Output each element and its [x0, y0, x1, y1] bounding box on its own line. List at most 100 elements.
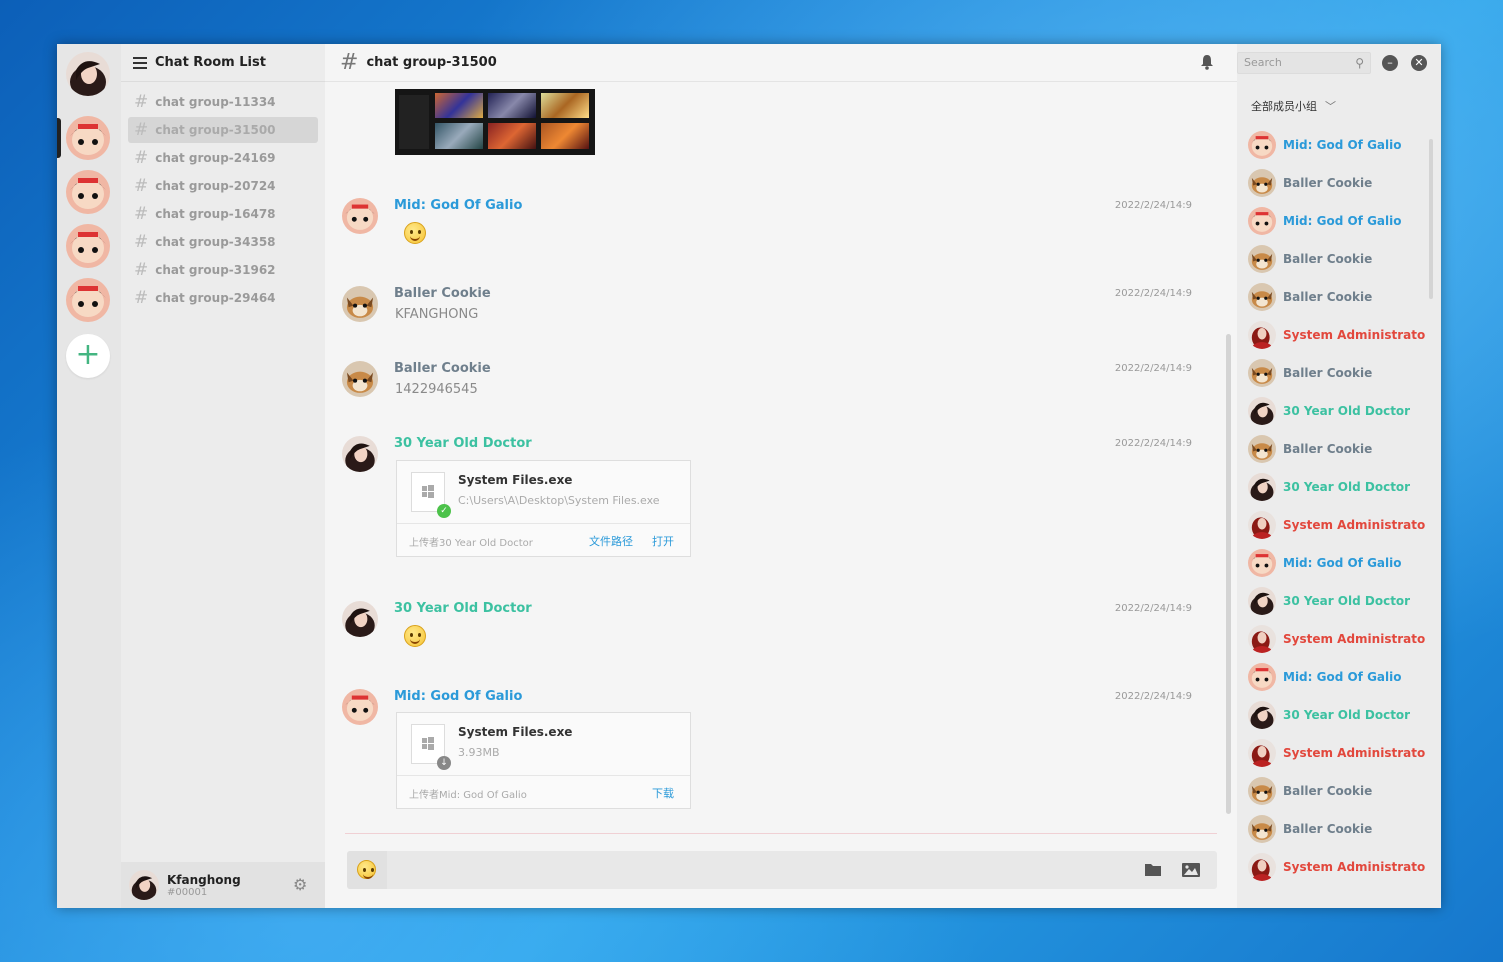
member-item[interactable]: Baller Cookie [1248, 358, 1433, 388]
channel-item[interactable]: # chat group-34358 [128, 229, 318, 255]
channel-label: chat group-11334 [155, 95, 276, 109]
avatar [1248, 587, 1276, 615]
channel-label: chat group-34358 [155, 235, 276, 249]
channel-list-header: Chat Room List + [121, 44, 375, 82]
hash-icon: # [134, 204, 149, 224]
file-card: ↓ System Files.exe 3.93MB 上传者Mid: God Of… [396, 712, 691, 809]
message-scrollbar[interactable] [1226, 334, 1231, 814]
gear-icon[interactable]: ⚙ [293, 875, 307, 894]
message-text: KFANGHONG [395, 307, 479, 322]
channel-item[interactable]: # chat group-29464 [128, 285, 318, 311]
message-author[interactable]: Mid: God Of Galio [394, 198, 522, 213]
channel-label: chat group-31500 [155, 123, 276, 137]
member-name: Mid: God Of Galio [1283, 556, 1402, 570]
member-item[interactable]: Mid: God Of Galio [1248, 206, 1433, 236]
member-name: Baller Cookie [1283, 366, 1373, 380]
bell-icon[interactable] [1200, 54, 1214, 74]
member-item[interactable]: Baller Cookie [1248, 776, 1433, 806]
shared-image[interactable] [395, 89, 595, 155]
member-item[interactable]: 30 Year Old Doctor [1248, 700, 1433, 730]
message-input[interactable] [347, 851, 1217, 889]
member-item[interactable]: System Administrato [1248, 852, 1433, 882]
file-name: System Files.exe [458, 725, 573, 739]
windows-file-icon: ↓ [411, 724, 451, 770]
hash-icon: # [134, 232, 149, 252]
message-author[interactable]: 30 Year Old Doctor [394, 436, 532, 451]
avatar[interactable] [342, 361, 378, 397]
message-time: 2022/2/24/14:9 [1114, 438, 1192, 449]
message-author[interactable]: Baller Cookie [394, 286, 491, 301]
file-path-link[interactable]: 文件路径 [589, 533, 633, 549]
channel-item[interactable]: # chat group-31500 [128, 117, 318, 143]
avatar[interactable] [342, 689, 378, 725]
avatar[interactable] [129, 870, 159, 900]
member-panel: Search ⚲ – ✕ 全部成员小组 ﹀ Mid: God Of Galio Ba… [1237, 44, 1441, 908]
member-scrollbar[interactable] [1429, 139, 1433, 299]
member-item[interactable]: System Administrato [1248, 510, 1433, 540]
avatar [1248, 283, 1276, 311]
chat-header: # chat group-31500 [325, 44, 1237, 82]
avatar[interactable] [342, 436, 378, 472]
member-item[interactable]: Baller Cookie [1248, 434, 1433, 464]
message-author[interactable]: Baller Cookie [394, 361, 491, 376]
folder-icon[interactable] [1144, 861, 1162, 881]
server-icon[interactable] [66, 116, 110, 160]
close-icon[interactable]: ✕ [1411, 55, 1427, 71]
channel-item[interactable]: # chat group-31962 [128, 257, 318, 283]
member-item[interactable]: 30 Year Old Doctor [1248, 396, 1433, 426]
download-icon: ↓ [437, 756, 451, 770]
file-size: 3.93MB [458, 746, 500, 759]
channel-item[interactable]: # chat group-20724 [128, 173, 318, 199]
member-item[interactable]: Mid: God Of Galio [1248, 662, 1433, 692]
server-icon[interactable] [66, 278, 110, 322]
message-time: 2022/2/24/14:9 [1114, 288, 1192, 299]
member-name: Baller Cookie [1283, 176, 1373, 190]
avatar [1248, 739, 1276, 767]
member-item[interactable]: System Administrato [1248, 738, 1433, 768]
message: 30 Year Old Doctor 2022/2/24/14:9 ✓ Syst… [342, 436, 1202, 561]
avatar[interactable] [342, 286, 378, 322]
member-name: Baller Cookie [1283, 784, 1373, 798]
member-item[interactable]: System Administrato [1248, 624, 1433, 654]
member-group-selector[interactable]: 全部成员小组 ﹀ [1251, 98, 1336, 114]
search-input[interactable]: Search ⚲ [1237, 52, 1371, 74]
member-item[interactable]: Mid: God Of Galio [1248, 548, 1433, 578]
server-icon[interactable] [66, 170, 110, 214]
avatar [1248, 853, 1276, 881]
hash-icon: # [340, 50, 359, 75]
open-file-link[interactable]: 打开 [652, 533, 674, 549]
member-item[interactable]: 30 Year Old Doctor [1248, 586, 1433, 616]
member-name: Mid: God Of Galio [1283, 138, 1402, 152]
avatar[interactable] [342, 198, 378, 234]
message-time: 2022/2/24/14:9 [1114, 603, 1192, 614]
member-item[interactable]: Baller Cookie [1248, 814, 1433, 844]
chat-title: chat group-31500 [366, 55, 497, 70]
member-name: System Administrato [1283, 632, 1426, 646]
member-item[interactable]: Baller Cookie [1248, 244, 1433, 274]
image-icon[interactable] [1181, 862, 1201, 882]
server-icon[interactable] [66, 224, 110, 268]
member-name: 30 Year Old Doctor [1283, 404, 1411, 418]
channel-item[interactable]: # chat group-11334 [128, 89, 318, 115]
add-server-button[interactable]: + [66, 334, 110, 378]
smiley-emoji [404, 625, 426, 647]
message-author[interactable]: Mid: God Of Galio [394, 689, 522, 704]
download-link[interactable]: 下载 [652, 785, 674, 801]
avatar [1248, 245, 1276, 273]
avatar [1248, 663, 1276, 691]
avatar [1248, 625, 1276, 653]
channel-item[interactable]: # chat group-24169 [128, 145, 318, 171]
minimize-icon[interactable]: – [1382, 55, 1398, 71]
member-item[interactable]: System Administrato [1248, 320, 1433, 350]
hash-icon: # [134, 120, 149, 140]
member-item[interactable]: Mid: God Of Galio [1248, 130, 1433, 160]
message-author[interactable]: 30 Year Old Doctor [394, 601, 532, 616]
avatar[interactable] [342, 601, 378, 637]
emoji-icon[interactable] [347, 851, 387, 889]
channel-item[interactable]: # chat group-16478 [128, 201, 318, 227]
member-item[interactable]: 30 Year Old Doctor [1248, 472, 1433, 502]
member-item[interactable]: Baller Cookie [1248, 282, 1433, 312]
smiley-emoji [404, 222, 426, 244]
my-avatar[interactable] [66, 52, 110, 96]
member-item[interactable]: Baller Cookie [1248, 168, 1433, 198]
